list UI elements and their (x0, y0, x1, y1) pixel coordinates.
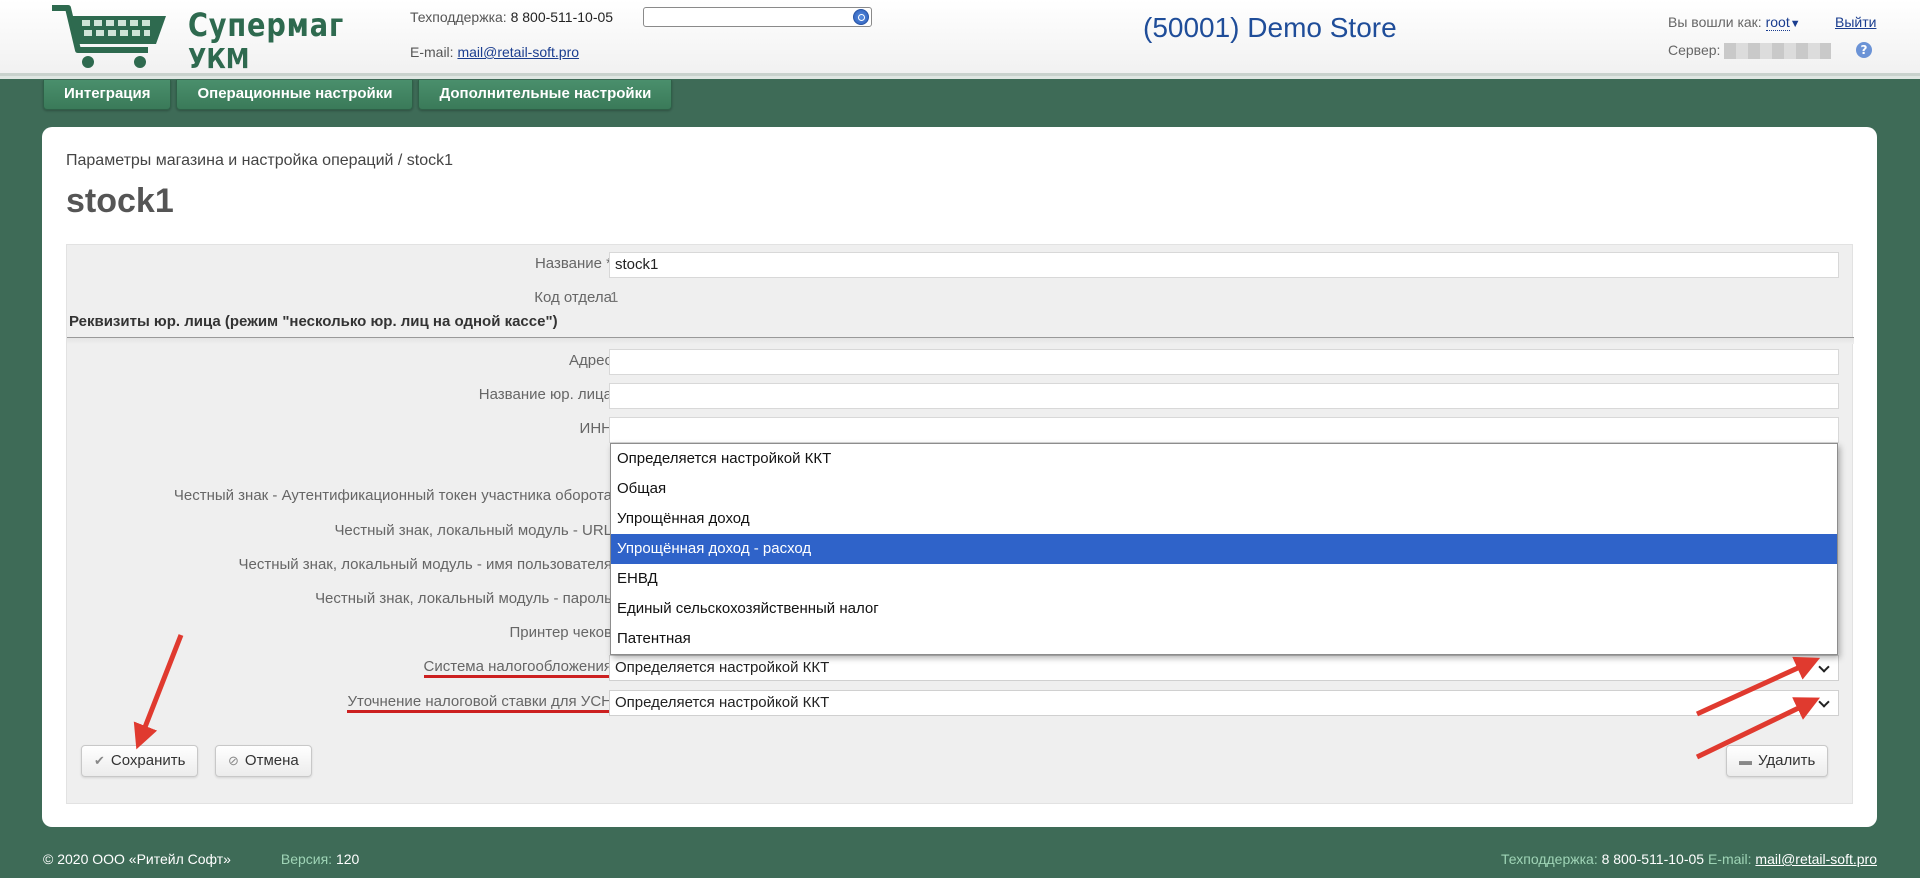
dropdown-option-selected[interactable]: Упрощённая доход - расход (611, 534, 1837, 564)
app-header: Супермаг УКМ 4 Техподдержка: 8 800-511-1… (0, 0, 1920, 108)
footer-email-link[interactable]: mail@retail-soft.pro (1755, 851, 1877, 867)
footer-left: © 2020 ООО «Ритейл Софт» Версия: 120 (43, 851, 359, 867)
supermag-logo[interactable]: Супермаг УКМ 4 (48, 2, 343, 108)
cancel-button-label: Отмена (244, 752, 299, 769)
row-address: Адрес (67, 346, 1854, 376)
address-label: Адрес (569, 352, 612, 369)
cz-token-label: Честный знак - Аутентификационный токен … (173, 487, 612, 504)
cancel-icon: ⊘ (228, 753, 239, 768)
inn-label: ИНН (579, 420, 612, 437)
help-icon[interactable]: ? (1856, 42, 1872, 58)
logout-link[interactable]: Выйти (1835, 14, 1876, 30)
delete-button[interactable]: ▬ Удалить (1726, 745, 1829, 777)
login-label: Вы вошли как: (1668, 14, 1762, 30)
save-button[interactable]: ✔ Сохранить (81, 745, 199, 777)
cancel-button[interactable]: ⊘ Отмена (215, 745, 312, 777)
main-nav: Интеграция Операционные настройки Дополн… (43, 80, 673, 110)
support-label: Техподдержка: (410, 9, 507, 25)
user-menu[interactable]: root (1765, 14, 1790, 31)
page-title: stock1 (66, 182, 174, 220)
footer-support-phone: 8 800-511-10-05 (1601, 851, 1705, 867)
server-name-blurred (1724, 43, 1832, 60)
login-info: Вы вошли как: root▼ (1668, 14, 1801, 31)
search-icon[interactable] (853, 9, 869, 25)
cz-url-label: Честный знак, локальный модуль - URL (334, 522, 612, 539)
email-label: E-mail: (410, 44, 454, 60)
server-label: Сервер: (1668, 42, 1721, 58)
breadcrumb[interactable]: Параметры магазина и настройка операций … (66, 152, 453, 170)
version-value: 120 (335, 851, 360, 867)
search-input[interactable] (643, 7, 872, 27)
row-tax-system: Система налогообложения Определяется нас… (67, 652, 1854, 682)
logo-title: Супермаг (188, 6, 345, 44)
row-legal-name: Название юр. лица (67, 380, 1854, 410)
legal-name-label: Название юр. лица (478, 386, 612, 403)
version-label: Версия: (280, 851, 333, 867)
email-link[interactable]: mail@retail-soft.pro (457, 44, 579, 60)
dept-label: Код отдела (534, 289, 612, 306)
cart-logo-icon (52, 5, 166, 68)
support-info: Техподдержка: 8 800-511-10-05 (410, 9, 613, 25)
dropdown-option[interactable]: Упрощённая доход (611, 504, 1837, 534)
dropdown-option[interactable]: Общая (611, 474, 1837, 504)
tax-system-label: Система налогообложения (423, 658, 612, 678)
check-icon: ✔ (94, 753, 105, 768)
tax-system-select[interactable]: Определяется настройкой ККТ (609, 655, 1839, 681)
save-button-label: Сохранить (110, 752, 186, 769)
copyright: © 2020 ООО «Ритейл Софт» (43, 851, 231, 867)
section-shade (67, 338, 1854, 344)
tab-integration[interactable]: Интеграция (43, 80, 172, 110)
support-email: E-mail: mail@retail-soft.pro (410, 44, 579, 60)
inn-input[interactable] (609, 417, 1839, 443)
server-info: Сервер: (1668, 42, 1832, 60)
cz-password-label: Честный знак, локальный модуль - пароль (315, 590, 612, 607)
dept-value: 1 (610, 289, 619, 306)
row-inn: ИНН (67, 414, 1854, 444)
legal-name-input[interactable] (609, 383, 1839, 409)
usn-rate-select[interactable]: Определяется настройкой ККТ (609, 690, 1839, 716)
delete-button-label: Удалить (1758, 752, 1816, 769)
printer-label: Принтер чеков (509, 624, 612, 641)
footer-right: Техподдержка: 8 800-511-10-05 E-mail: ma… (1501, 851, 1877, 867)
usn-rate-label: Уточнение налоговой ставки для УСН (347, 693, 612, 713)
address-input[interactable] (609, 349, 1839, 375)
cz-user-label: Честный знак, локальный модуль - имя пол… (238, 556, 612, 573)
tab-additional-settings[interactable]: Дополнительные настройки (418, 80, 673, 110)
row-name: Название * stock1 (67, 249, 1854, 279)
caret-down-icon[interactable]: ▼ (1790, 18, 1801, 30)
support-phone: 8 800-511-10-05 (510, 9, 614, 25)
footer-support-label: Техподдержка: (1501, 851, 1598, 867)
dropdown-option[interactable]: Патентная (611, 624, 1837, 654)
tax-system-dropdown[interactable]: Определяется настройкой ККТ Общая Упрощё… (610, 443, 1838, 655)
minus-icon: ▬ (1739, 753, 1752, 768)
store-title: (50001) Demo Store (1143, 12, 1397, 43)
dropdown-option[interactable]: Единый сельскохозяйственный налог (611, 594, 1837, 624)
section-title: Реквизиты юр. лица (режим "несколько юр.… (69, 313, 558, 330)
dropdown-option[interactable]: Определяется настройкой ККТ (611, 444, 1837, 474)
row-dept: Код отдела 1 (67, 283, 1854, 313)
row-usn-rate: Уточнение налоговой ставки для УСН Опред… (67, 687, 1854, 717)
dropdown-option[interactable]: ЕНВД (611, 564, 1837, 594)
footer-email-label: E-mail: (1707, 851, 1752, 867)
tab-operational-settings[interactable]: Операционные настройки (176, 80, 414, 110)
name-label: Название * (534, 255, 612, 272)
name-input[interactable]: stock1 (609, 252, 1839, 278)
